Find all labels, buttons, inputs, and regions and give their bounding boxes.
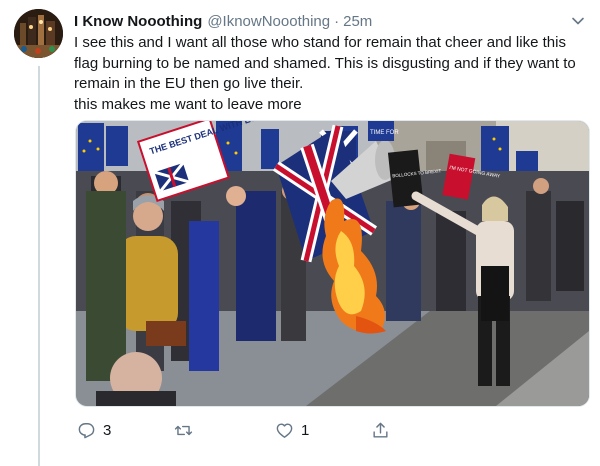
avatar[interactable] <box>14 9 63 58</box>
tweet-text-line: I see this and I want all those who stan… <box>74 34 576 92</box>
reply-button[interactable]: 3 <box>77 421 111 440</box>
display-name[interactable]: I Know Nooothing <box>74 13 202 30</box>
heart-icon <box>276 423 293 438</box>
retweet-icon <box>174 425 193 436</box>
tweet-actions: 3 1 <box>74 421 474 445</box>
tweet-text: I see this and I want all those who stan… <box>74 33 594 115</box>
retweet-button[interactable] <box>174 421 200 440</box>
reply-count: 3 <box>103 422 112 439</box>
sign-text: TIME FOR <box>370 130 399 136</box>
reply-icon <box>78 423 95 439</box>
tweet-header: I Know Nooothing @IknowNooothing · 25m <box>74 10 586 32</box>
tweet-photo[interactable]: THE BEST DEAL WITH EU TIME FOR I'M NOT G… <box>75 120 590 407</box>
timestamp[interactable]: 25m <box>343 13 372 30</box>
tweet-text-line: this makes me want to leave more <box>74 95 302 113</box>
thread-line <box>38 66 40 466</box>
separator-dot: · <box>334 12 340 30</box>
like-count: 1 <box>301 422 310 439</box>
share-button[interactable] <box>371 421 390 440</box>
chevron-down-icon[interactable] <box>570 13 586 29</box>
like-button[interactable]: 1 <box>275 421 309 440</box>
share-icon <box>373 422 388 438</box>
user-handle[interactable]: @IknowNooothing <box>207 13 330 30</box>
